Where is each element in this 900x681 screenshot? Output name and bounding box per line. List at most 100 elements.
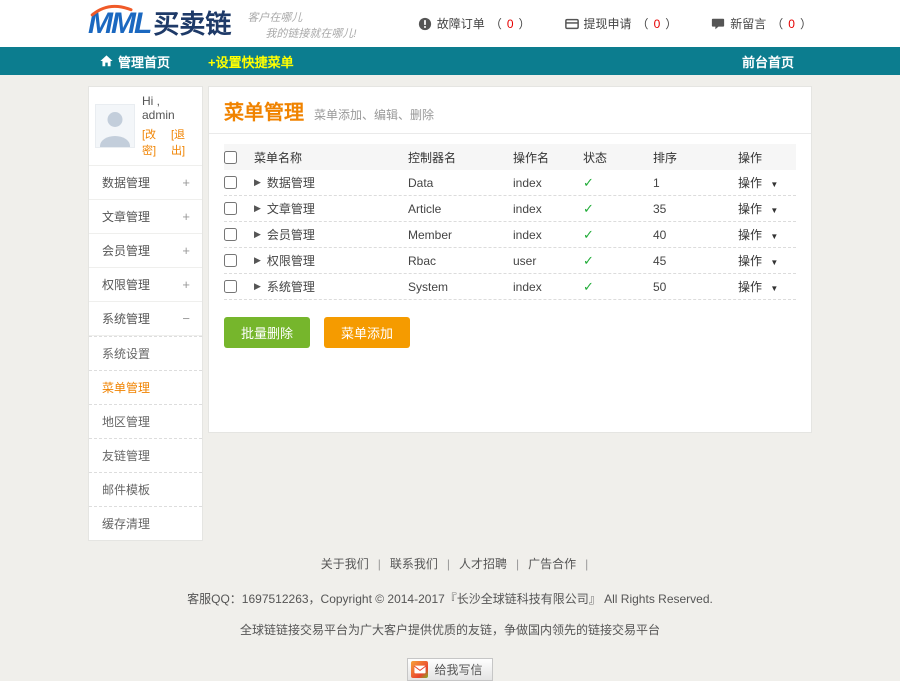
page-title: 菜单管理 [224, 96, 304, 125]
sidebar-submenu-item[interactable]: 菜单管理 [89, 370, 202, 404]
sort-cell: 50 [653, 280, 738, 294]
avatar [95, 104, 135, 148]
footer: 关于我们 | 联系我们 | 人才招聘 | 广告合作 | 客服QQ：1697512… [0, 555, 900, 681]
col-action: 操作名 [513, 149, 583, 166]
paren-close: ） [519, 15, 531, 32]
main-panel: 菜单管理 菜单添加、编辑、删除 菜单名称 控制器名 操作名 状态 排序 操作 [208, 86, 812, 433]
row-actions-dropdown[interactable]: 操作 ▼ [738, 200, 796, 217]
paren-open: （ [771, 15, 783, 32]
sort-cell: 35 [653, 202, 738, 216]
stat-count: 0 [507, 17, 514, 31]
menu-name-cell[interactable]: ▶ 数据管理 [254, 174, 408, 191]
menu-name: 文章管理 [267, 200, 315, 217]
table-actions: 批量删除 菜单添加 [224, 317, 796, 348]
row-actions-label: 操作 [738, 228, 762, 242]
add-menu-button[interactable]: 菜单添加 [324, 317, 410, 348]
col-controller: 控制器名 [408, 149, 513, 166]
status-check-icon: ✓ [583, 201, 594, 216]
action-cell: index [513, 176, 583, 190]
withdraw-requests-link[interactable]: 提现申请 （ 0 ） [565, 15, 678, 32]
sidebar-menu-item[interactable]: 权限管理 + [89, 267, 202, 301]
menu-name-cell[interactable]: ▶ 文章管理 [254, 200, 408, 217]
sidebar-menu-label: 文章管理 [102, 208, 150, 225]
col-status: 状态 [583, 149, 653, 166]
stat-count: 0 [788, 17, 795, 31]
table-row: ▶ 数据管理 Data index ✓ 1 操作 ▼ [224, 170, 796, 196]
top-header: MML 买卖链 客户在哪儿 我的链接就在哪儿! 故障订单 （ 0 ） [0, 0, 900, 47]
action-cell: user [513, 254, 583, 268]
user-greeting: Hi , admin [142, 94, 196, 122]
status-cell[interactable]: ✓ [583, 279, 653, 295]
expand-caret-icon: ▶ [254, 229, 261, 240]
header-stats: 故障订单 （ 0 ） 提现申请 （ 0 ） 新留言 （ [418, 15, 812, 32]
footer-link[interactable]: 联系我们 [390, 555, 438, 572]
footer-link[interactable]: 人才招聘 [459, 555, 507, 572]
row-actions-label: 操作 [738, 202, 762, 216]
row-checkbox[interactable] [224, 202, 237, 215]
status-check-icon: ✓ [583, 253, 594, 268]
controller-cell: Article [408, 202, 513, 216]
logo-brand-text: 买卖链 [153, 11, 231, 37]
action-cell: index [513, 228, 583, 242]
row-actions-dropdown[interactable]: 操作 ▼ [738, 252, 796, 269]
change-password-link[interactable]: [改密] [142, 126, 167, 158]
footer-link-divider: | [378, 557, 381, 571]
row-checkbox[interactable] [224, 280, 237, 293]
status-cell[interactable]: ✓ [583, 227, 653, 243]
fault-orders-link[interactable]: 故障订单 （ 0 ） [418, 15, 531, 32]
nav-admin-home[interactable]: 管理首页 [100, 52, 170, 71]
action-cell: index [513, 280, 583, 294]
nav-front-home[interactable]: 前台首页 [742, 52, 794, 71]
logo[interactable]: MML 买卖链 [88, 9, 231, 39]
row-actions-dropdown[interactable]: 操作 ▼ [738, 278, 796, 295]
row-actions-dropdown[interactable]: 操作 ▼ [738, 226, 796, 243]
menu-name-cell[interactable]: ▶ 权限管理 [254, 252, 408, 269]
sidebar-menu-item[interactable]: 系统管理 − [89, 301, 202, 335]
footer-link-divider: | [585, 557, 588, 571]
nav-quick-menu[interactable]: +设置快捷菜单 [208, 52, 294, 71]
menu-name: 系统管理 [267, 278, 315, 295]
paren-close: ） [665, 15, 677, 32]
expander-icon: + [182, 175, 190, 190]
status-cell[interactable]: ✓ [583, 175, 653, 191]
comment-icon [711, 17, 725, 31]
nav-admin-home-label: 管理首页 [118, 52, 170, 71]
menu-name-cell[interactable]: ▶ 会员管理 [254, 226, 408, 243]
row-actions-label: 操作 [738, 280, 762, 294]
status-cell[interactable]: ✓ [583, 253, 653, 269]
row-checkbox[interactable] [224, 176, 237, 189]
table-row: ▶ 会员管理 Member index ✓ 40 操作 ▼ [224, 222, 796, 248]
sidebar-submenu-item[interactable]: 友链管理 [89, 438, 202, 472]
sidebar-menu-item[interactable]: 会员管理 + [89, 233, 202, 267]
row-checkbox[interactable] [224, 254, 237, 267]
menu-name: 权限管理 [267, 252, 315, 269]
write-me-button[interactable]: 给我写信 [407, 658, 492, 681]
menu-name-cell[interactable]: ▶ 系统管理 [254, 278, 408, 295]
sidebar-menu-item[interactable]: 文章管理 + [89, 199, 202, 233]
action-cell: index [513, 202, 583, 216]
sidebar-submenu-item[interactable]: 地区管理 [89, 404, 202, 438]
footer-link[interactable]: 关于我们 [321, 555, 369, 572]
new-messages-link[interactable]: 新留言 （ 0 ） [711, 15, 812, 32]
select-all-checkbox[interactable] [224, 151, 237, 164]
alert-circle-icon [418, 17, 432, 31]
status-cell[interactable]: ✓ [583, 201, 653, 217]
sidebar-submenu: 系统设置 菜单管理 地区管理 友链管理 邮件模板 缓存清理 [89, 335, 202, 540]
sidebar-submenu-item[interactable]: 邮件模板 [89, 472, 202, 506]
home-icon [100, 55, 113, 67]
sidebar-submenu-item[interactable]: 缓存清理 [89, 506, 202, 540]
row-actions-dropdown[interactable]: 操作 ▼ [738, 174, 796, 191]
batch-delete-button[interactable]: 批量删除 [224, 317, 310, 348]
table-body: ▶ 数据管理 Data index ✓ 1 操作 ▼ [224, 170, 796, 300]
sidebar-submenu-item[interactable]: 系统设置 [89, 336, 202, 370]
expander-icon: + [182, 243, 190, 258]
tagline-line2: 我的链接就在哪儿! [265, 27, 356, 43]
sidebar-menu-item[interactable]: 数据管理 + [89, 165, 202, 199]
logout-link[interactable]: [退出] [171, 126, 196, 158]
sort-cell: 40 [653, 228, 738, 242]
expand-caret-icon: ▶ [254, 255, 261, 266]
footer-link[interactable]: 广告合作 [528, 555, 576, 572]
row-checkbox[interactable] [224, 228, 237, 241]
user-card: Hi , admin [改密] [退出] [89, 87, 202, 165]
row-actions-label: 操作 [738, 176, 762, 190]
